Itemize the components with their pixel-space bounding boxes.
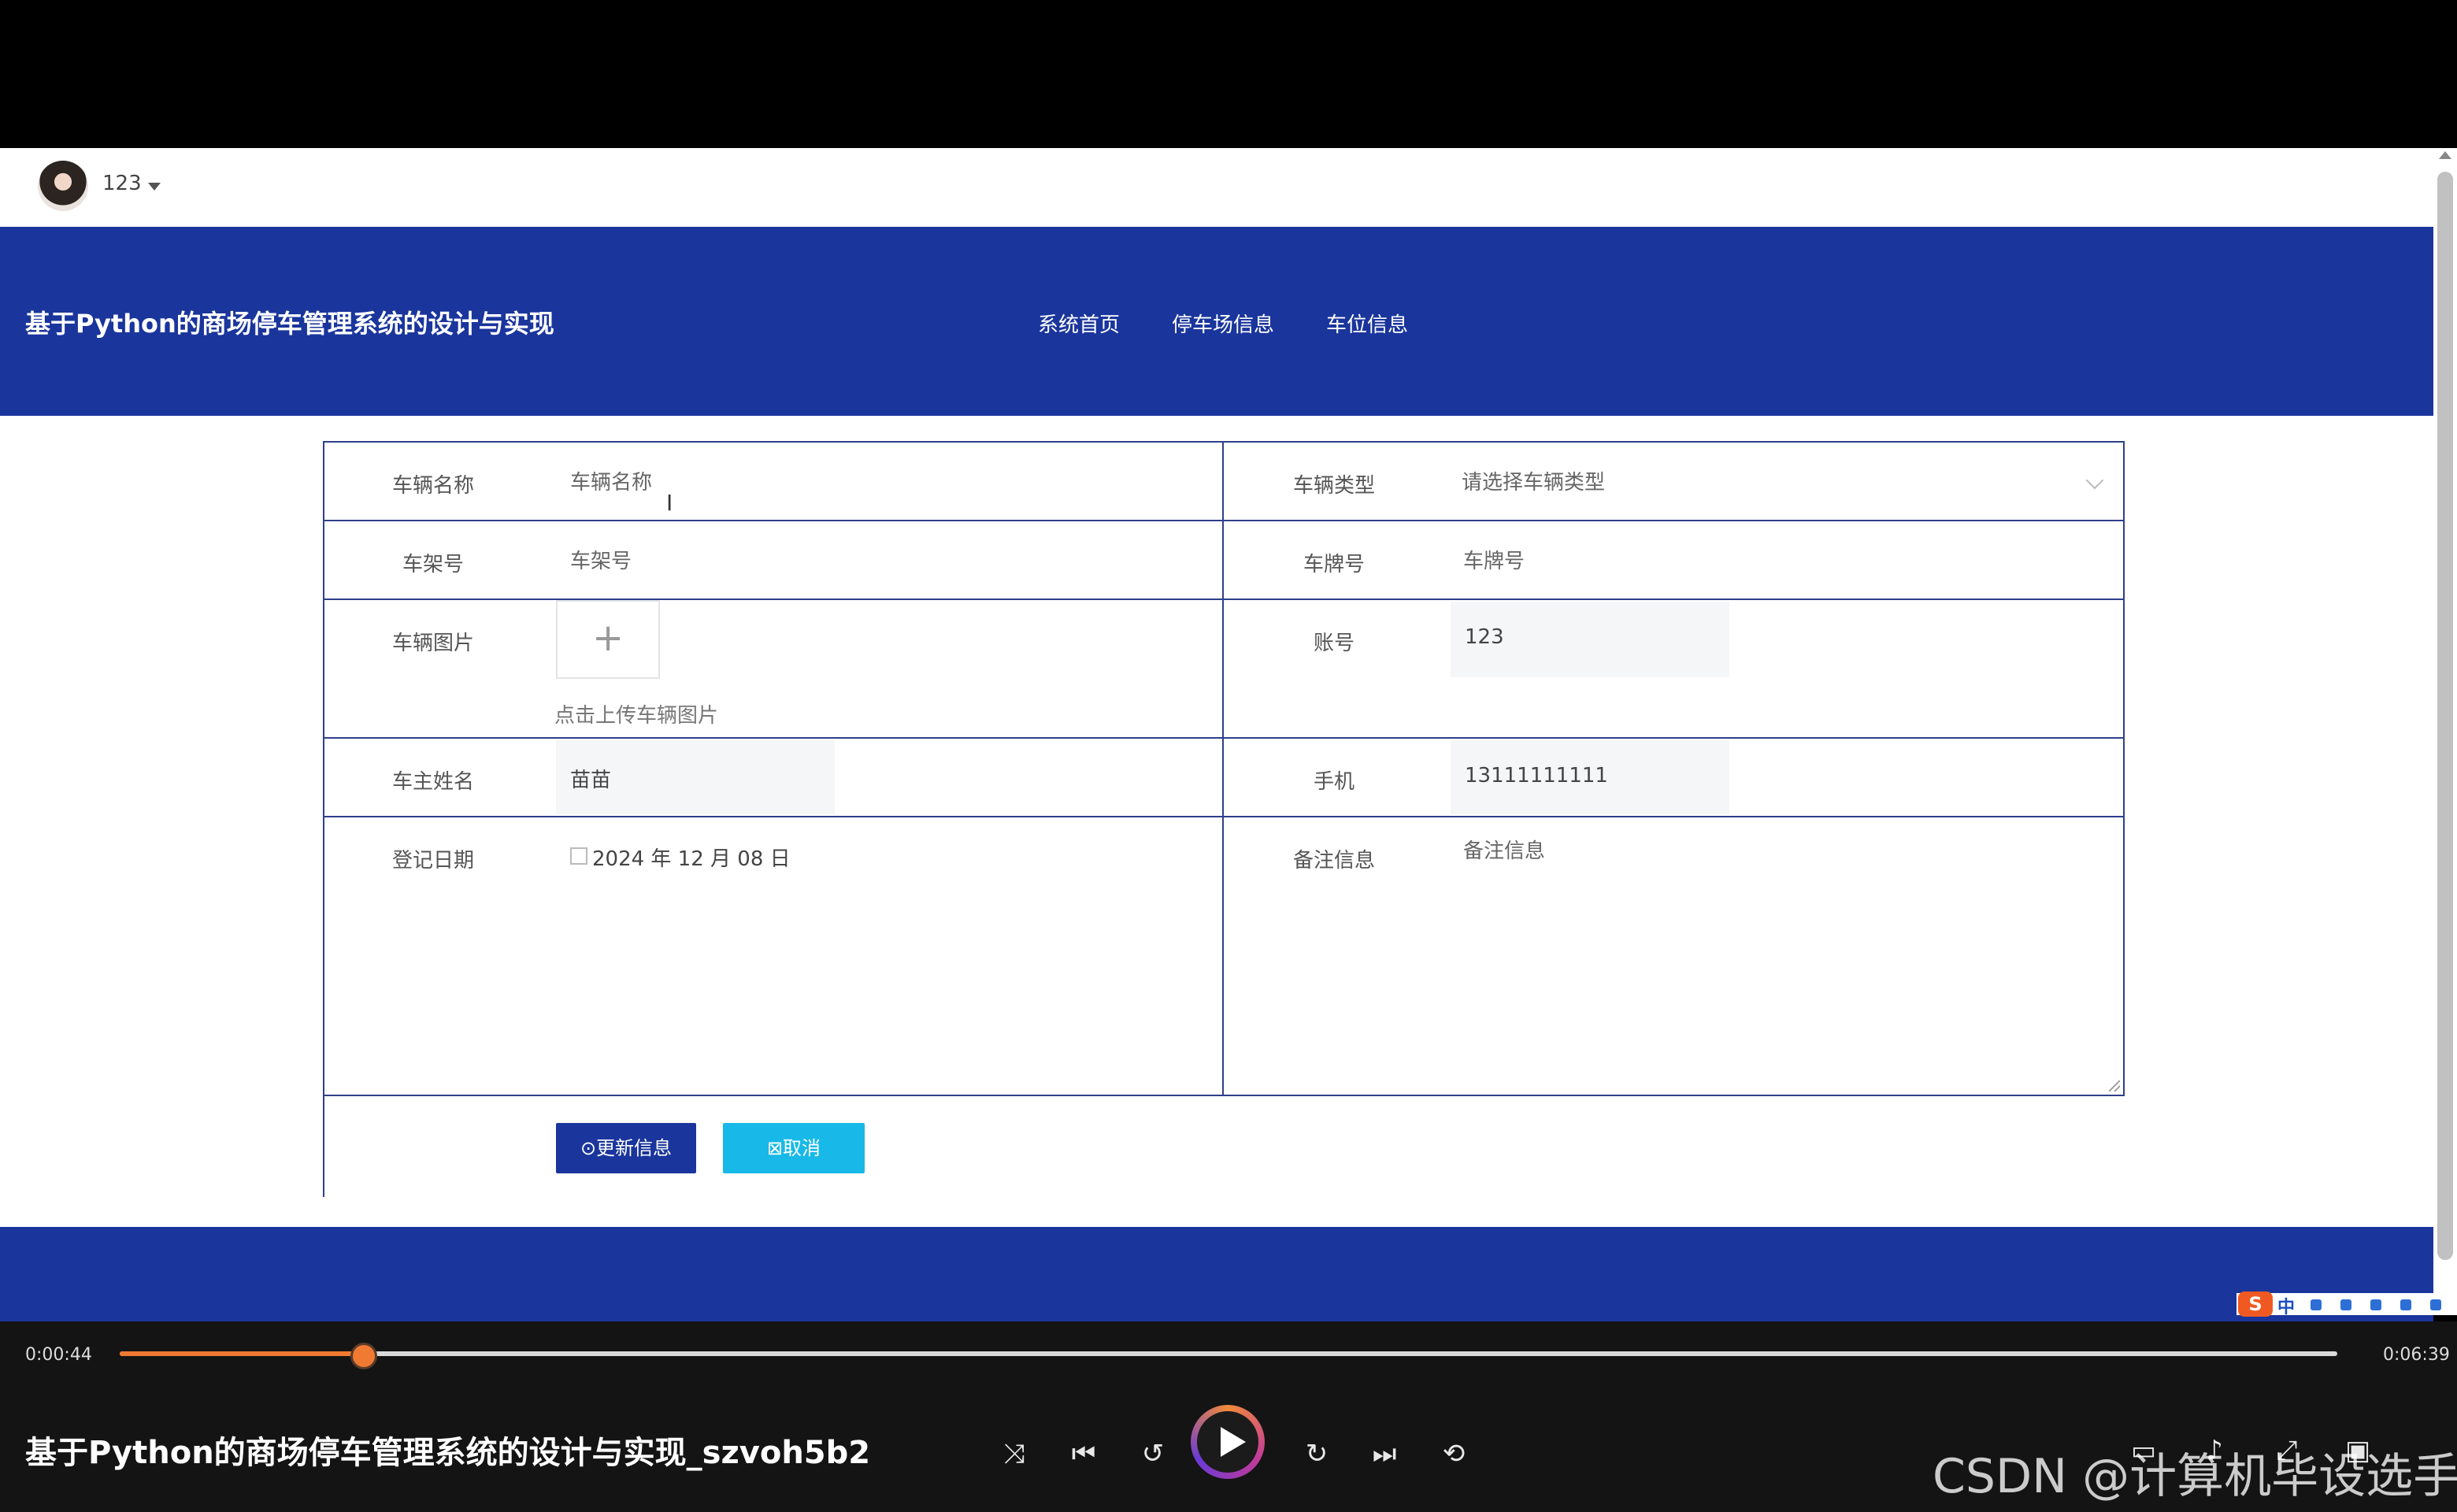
vehicle-type-label: 车辆类型 (1292, 474, 1375, 498)
register-date-field[interactable]: 2024 年 12 月 08 日 (592, 843, 791, 872)
frame-no-input[interactable]: 车架号 (570, 545, 632, 574)
nav-item-parking-lot[interactable]: 停车场信息 (1172, 309, 1274, 338)
register-date-label: 登记日期 (391, 849, 474, 873)
vehicle-name-label: 车辆名称 (391, 474, 474, 498)
cancel-button[interactable]: ⊠取消 (723, 1123, 865, 1173)
account-field[interactable]: 123 (1465, 625, 1504, 649)
shuffle-icon[interactable]: ⤨ (992, 1432, 1036, 1476)
rewind-10-icon[interactable]: ↺ (1131, 1432, 1175, 1476)
previous-icon[interactable]: ⏮ (1062, 1432, 1106, 1476)
vehicle-image-label: 车辆图片 (391, 632, 474, 655)
update-button[interactable]: ⊙更新信息 (556, 1123, 696, 1173)
current-time: 0:00:44 (25, 1345, 92, 1365)
owner-name-field[interactable]: 苗苗 (570, 764, 611, 793)
vehicle-type-select[interactable]: 请选择车辆类型 (1462, 466, 1605, 495)
ime-mode[interactable]: 中 (2277, 1293, 2295, 1318)
caret-down-icon[interactable] (148, 183, 161, 191)
frame-no-label: 车架号 (402, 553, 464, 576)
site-footer (0, 1227, 2433, 1321)
owner-name-label: 车主姓名 (391, 770, 474, 794)
site-title: 基于Python的商场停车管理系统的设计与实现 (25, 309, 554, 339)
forward-30-icon[interactable]: ↻ (1295, 1432, 1339, 1476)
ime-mic-icon[interactable] (2340, 1299, 2351, 1310)
ime-skin-icon[interactable] (2400, 1299, 2411, 1310)
scroll-up-arrow-icon[interactable] (2439, 151, 2451, 159)
phone-label: 手机 (1313, 770, 1354, 794)
account-label: 账号 (1313, 632, 1354, 655)
vehicle-name-input[interactable]: 车辆名称 (570, 466, 652, 495)
nav-item-parking-space[interactable]: 车位信息 (1326, 309, 1408, 338)
play-icon[interactable] (1221, 1427, 1246, 1457)
user-name[interactable]: 123 (102, 172, 142, 195)
plate-no-label: 车牌号 (1303, 553, 1365, 576)
progress-fill (120, 1351, 364, 1356)
repeat-icon[interactable]: ⟲ (1432, 1432, 1476, 1476)
ime-menu-icon[interactable] (2430, 1299, 2441, 1310)
plus-icon[interactable]: + (592, 619, 624, 657)
avatar[interactable] (38, 161, 88, 211)
ime-logo-icon[interactable]: S (2238, 1292, 2273, 1317)
progress-track[interactable] (120, 1351, 2337, 1356)
next-icon[interactable]: ⏭ (1362, 1432, 1406, 1476)
remark-label: 备注信息 (1292, 849, 1375, 873)
remark-textarea[interactable]: 备注信息 (1463, 835, 1545, 864)
video-title: 基于Python的商场停车管理系统的设计与实现_szvoh5b2 (25, 1435, 871, 1471)
text-cursor-icon: I (666, 490, 673, 516)
nav-item-home[interactable]: 系统首页 (1038, 309, 1120, 338)
phone-field[interactable]: 13111111111 (1465, 764, 1608, 788)
scrollbar-thumb[interactable] (2437, 172, 2453, 1260)
watermark: CSDN @计算机毕设选手 (1933, 1449, 2457, 1504)
resize-handle-icon[interactable] (2109, 1080, 2120, 1091)
calendar-icon (570, 847, 587, 865)
plate-no-input[interactable]: 车牌号 (1463, 545, 1525, 574)
ime-punct-icon[interactable] (2311, 1299, 2322, 1310)
progress-knob[interactable] (350, 1343, 377, 1369)
upload-hint: 点击上传车辆图片 (554, 704, 719, 728)
ime-keyboard-icon[interactable] (2370, 1299, 2381, 1310)
total-time: 0:06:39 (2383, 1345, 2450, 1365)
